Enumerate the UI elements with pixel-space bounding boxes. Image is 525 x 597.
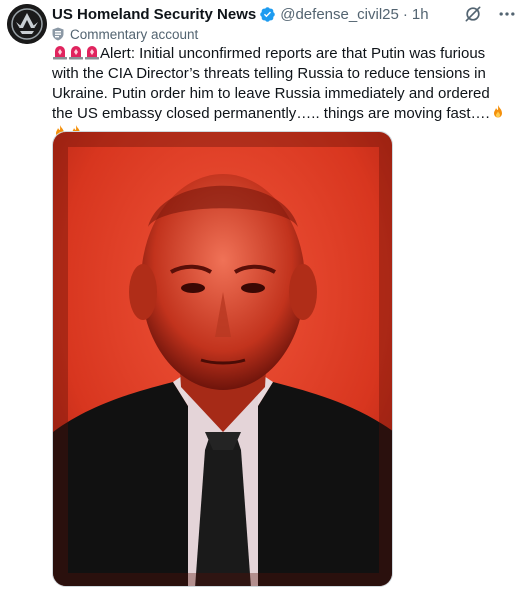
verified-badge-icon[interactable] <box>259 6 276 23</box>
tweet-card[interactable]: US Homeland Security News @defense_civil… <box>0 0 525 597</box>
grok-icon[interactable] <box>463 4 483 24</box>
police-light-emoji <box>85 46 99 60</box>
tweet-header: US Homeland Security News @defense_civil… <box>52 4 517 24</box>
tweet-photo[interactable] <box>52 131 393 587</box>
police-light-emoji <box>69 46 83 60</box>
portrait-photo <box>53 132 392 586</box>
fire-emoji <box>493 105 502 118</box>
author-name[interactable]: US Homeland Security News <box>52 6 256 23</box>
account-label: Commentary account <box>52 26 198 42</box>
shield-eagle-logo-icon <box>7 4 47 44</box>
post-timestamp[interactable]: 1h <box>412 6 429 23</box>
commentary-shield-icon <box>52 27 64 41</box>
separator-dot: · <box>402 5 408 23</box>
tweet-text: Alert: Initial unconfirmed reports are t… <box>52 44 514 144</box>
account-label-text: Commentary account <box>70 26 199 42</box>
tweet-body: Alert: Initial unconfirmed reports are t… <box>52 45 490 122</box>
header-actions <box>463 4 517 24</box>
more-options-icon[interactable] <box>497 4 517 24</box>
police-light-emoji <box>53 46 67 60</box>
author-handle[interactable]: @defense_civil25 <box>280 6 399 23</box>
avatar[interactable] <box>7 4 47 44</box>
